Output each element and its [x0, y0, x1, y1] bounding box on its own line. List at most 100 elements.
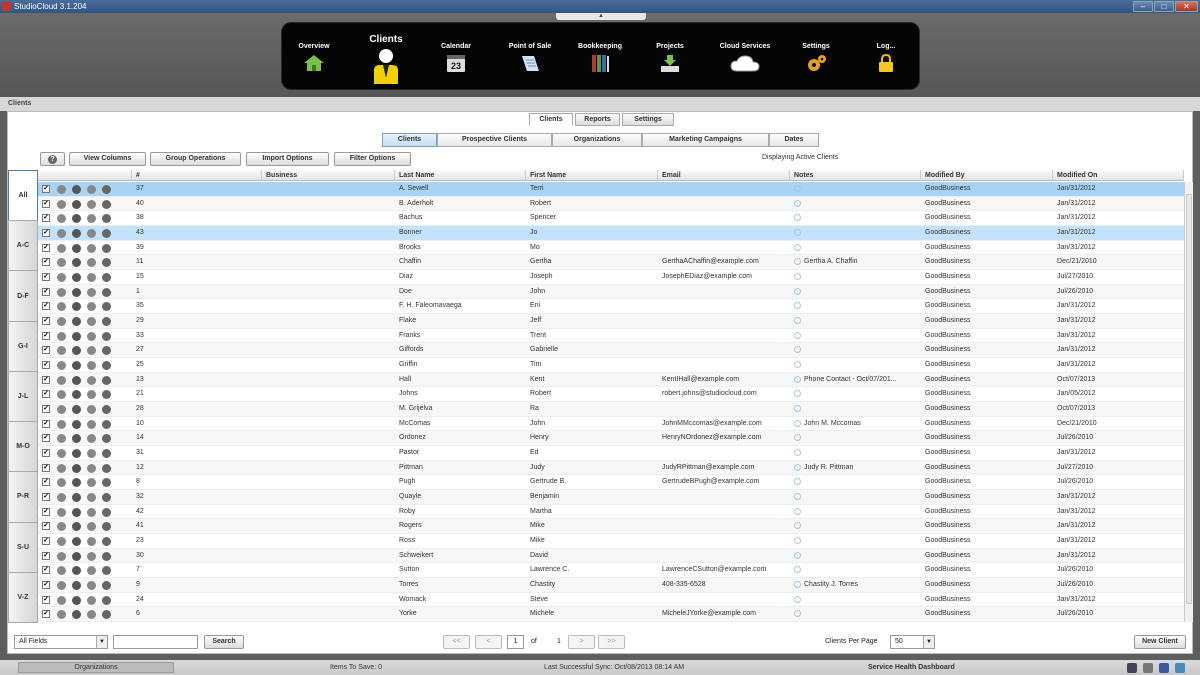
details-icon[interactable]: [57, 317, 66, 326]
field-select[interactable]: All Fields ▼: [14, 635, 108, 649]
table-row[interactable]: ✓ 9 Torres Chastity 408-335-6528 Chastity J. …: [38, 578, 1184, 593]
edit-icon[interactable]: [72, 493, 81, 502]
edit-icon[interactable]: [72, 390, 81, 400]
edit-icon[interactable]: [72, 551, 81, 561]
header-email[interactable]: Email: [658, 170, 790, 181]
table-row[interactable]: ✓ 30 Schweikert David GoodBusiness Jan/31/201…: [38, 548, 1184, 564]
details-icon[interactable]: [57, 595, 66, 605]
email-icon[interactable]: [87, 302, 96, 312]
filter-options-button[interactable]: Filter Options: [334, 152, 411, 166]
edit-icon[interactable]: [72, 537, 81, 546]
person-icon[interactable]: [102, 317, 111, 326]
edit-icon[interactable]: [72, 375, 81, 385]
edit-icon[interactable]: [72, 419, 81, 429]
prev-page-button[interactable]: <: [475, 635, 502, 649]
notes-search-icon[interactable]: [794, 581, 801, 588]
edit-icon[interactable]: [72, 287, 81, 297]
header-last-name[interactable]: Last Name: [395, 170, 526, 181]
nav-cloud-services[interactable]: Cloud Services: [710, 23, 780, 91]
edit-icon[interactable]: [72, 449, 81, 458]
edit-icon[interactable]: [72, 331, 81, 341]
page-number-input[interactable]: 1: [507, 635, 524, 649]
details-icon[interactable]: [57, 199, 66, 209]
row-checkbox[interactable]: ✓: [42, 419, 50, 428]
row-checkbox[interactable]: ✓: [42, 595, 50, 604]
edit-icon[interactable]: [72, 478, 81, 488]
notes-search-icon[interactable]: [794, 434, 801, 442]
header-notes[interactable]: Notes: [790, 170, 921, 181]
notes-search-icon[interactable]: [794, 566, 801, 574]
email-icon[interactable]: [87, 317, 96, 326]
email-icon[interactable]: [87, 537, 96, 546]
organizations-button[interactable]: Organizations: [18, 662, 174, 673]
details-icon[interactable]: [57, 610, 66, 620]
letter-tab-g-i[interactable]: G-I: [8, 320, 38, 372]
tab-clients[interactable]: Clients: [529, 113, 573, 126]
details-icon[interactable]: [57, 507, 66, 517]
row-checkbox[interactable]: ✓: [42, 273, 50, 281]
collapse-toolbar-handle[interactable]: ▲: [556, 13, 646, 20]
email-icon[interactable]: [87, 361, 96, 370]
notes-search-icon[interactable]: [794, 346, 801, 354]
letter-tab-v-z[interactable]: V-Z: [8, 571, 38, 623]
table-row[interactable]: ✓ 41 Rogers Mike GoodBusiness Jan/31/2012: [38, 519, 1184, 534]
nav-calendar[interactable]: Calendar 23: [432, 23, 480, 91]
person-icon[interactable]: [102, 243, 111, 253]
person-icon[interactable]: [102, 361, 111, 370]
table-row[interactable]: ✓ 10 McComas John JohnMMccomas@example.com Jo…: [38, 416, 1184, 432]
row-checkbox[interactable]: ✓: [42, 493, 50, 501]
edit-icon[interactable]: [72, 229, 81, 238]
edit-icon[interactable]: [72, 199, 81, 209]
row-checkbox[interactable]: ✓: [42, 405, 50, 413]
email-icon[interactable]: [87, 243, 96, 253]
edit-icon[interactable]: [72, 434, 81, 444]
details-icon[interactable]: [57, 258, 66, 268]
row-checkbox[interactable]: ✓: [42, 199, 50, 208]
person-icon[interactable]: [102, 214, 111, 224]
table-row[interactable]: ✓ 11 Chaffin Gertha GerthaAChaffin@example.c…: [38, 255, 1184, 270]
nav-clients[interactable]: Clients: [362, 23, 410, 91]
notes-search-icon[interactable]: [794, 199, 801, 207]
nav-bookkeeping[interactable]: Bookkeeping: [570, 23, 630, 91]
row-checkbox[interactable]: ✓: [42, 463, 50, 472]
group-operations-button[interactable]: Group Operations: [150, 152, 241, 166]
notes-search-icon[interactable]: [794, 302, 801, 310]
email-icon[interactable]: [87, 507, 96, 517]
table-row[interactable]: ✓ 23 Ross Mike GoodBusiness Jan/31/2012: [38, 534, 1184, 549]
details-icon[interactable]: [57, 214, 66, 224]
row-checkbox[interactable]: ✓: [42, 581, 50, 589]
row-checkbox[interactable]: ✓: [42, 302, 50, 311]
details-icon[interactable]: [57, 434, 66, 444]
email-icon[interactable]: [87, 449, 96, 458]
details-icon[interactable]: [57, 375, 66, 385]
subtab-clients[interactable]: Clients: [382, 133, 437, 147]
person-icon[interactable]: [102, 273, 111, 282]
notes-search-icon[interactable]: [794, 185, 801, 192]
email-icon[interactable]: [87, 331, 96, 341]
notes-search-icon[interactable]: [794, 361, 801, 368]
notes-search-icon[interactable]: [794, 273, 801, 280]
email-icon[interactable]: [87, 375, 96, 385]
search-input[interactable]: [113, 635, 198, 649]
close-button[interactable]: ✕: [1175, 1, 1198, 12]
table-row[interactable]: ✓ 15 Diaz Joseph JosephEDiaz@example.com Good…: [38, 270, 1184, 285]
details-icon[interactable]: [57, 522, 66, 532]
details-icon[interactable]: [57, 581, 66, 590]
first-page-button[interactable]: <<: [443, 635, 470, 649]
table-row[interactable]: ✓ 31 Pastor Ed GoodBusiness Jan/31/2012: [38, 446, 1184, 461]
table-row[interactable]: ✓ 24 Womack Steve GoodBusiness Jan/31/2012: [38, 592, 1184, 608]
details-icon[interactable]: [57, 493, 66, 502]
view-columns-button[interactable]: View Columns: [69, 152, 146, 166]
details-icon[interactable]: [57, 346, 66, 356]
person-icon[interactable]: [102, 551, 111, 561]
table-row[interactable]: ✓ 12 Pittman Judy JudyRPittman@example.com Ju…: [38, 460, 1184, 476]
row-checkbox[interactable]: ✓: [42, 551, 50, 560]
person-icon[interactable]: [102, 566, 111, 576]
person-icon[interactable]: [102, 185, 111, 194]
minimize-button[interactable]: –: [1133, 1, 1153, 12]
nav-overview[interactable]: Overview: [292, 23, 336, 91]
details-icon[interactable]: [57, 287, 66, 297]
edit-icon[interactable]: [72, 507, 81, 517]
service-health-link[interactable]: Service Health Dashboard: [868, 660, 955, 675]
email-icon[interactable]: [87, 229, 96, 238]
